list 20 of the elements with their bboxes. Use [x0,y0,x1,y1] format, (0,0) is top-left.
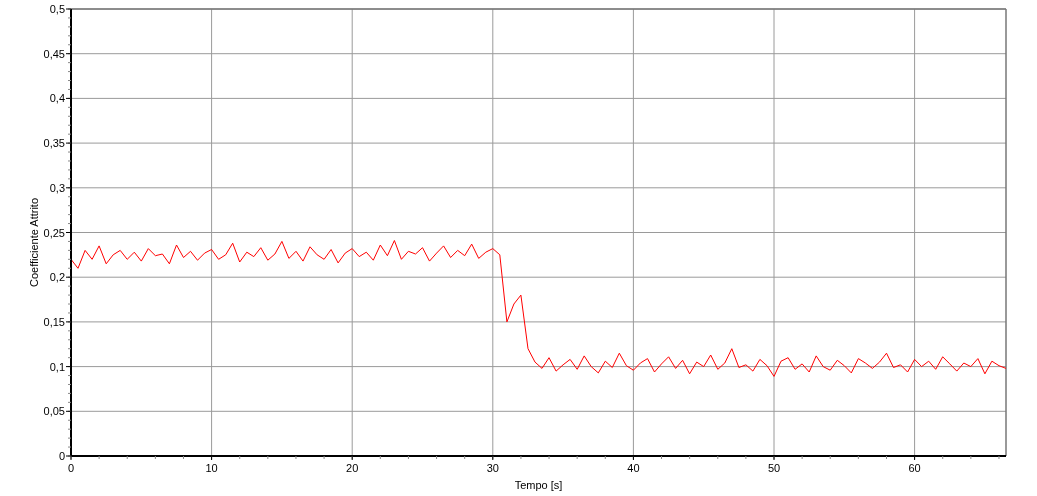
y-tick-label: 0,2 [49,271,65,284]
x-tick-label: 0 [67,462,75,474]
y-tick-label: 0,45 [43,47,65,60]
y-tick-label: 0,15 [43,315,65,328]
y-tick-label: 0 [58,450,65,462]
x-tick-label: 10 [205,462,218,474]
y-axis-title: Coefficiente Attrito [28,197,40,288]
y-tick-label: 0,4 [49,92,65,105]
x-tick-label: 60 [908,462,921,474]
x-tick-label: 20 [346,462,359,474]
x-tick-label: 40 [627,462,640,474]
y-tick-label: 0,35 [43,137,65,150]
y-tick-label: 0,5 [49,3,65,15]
x-tick-label: 30 [486,462,499,474]
y-tick-label: 0,05 [43,405,65,418]
y-tick-label: 0,25 [43,226,65,239]
y-tick-label: 0,3 [49,181,65,194]
x-tick-label: 50 [767,462,781,474]
x-axis-title: Tempo [s] [514,479,563,491]
y-tick-label: 0,1 [49,360,65,373]
